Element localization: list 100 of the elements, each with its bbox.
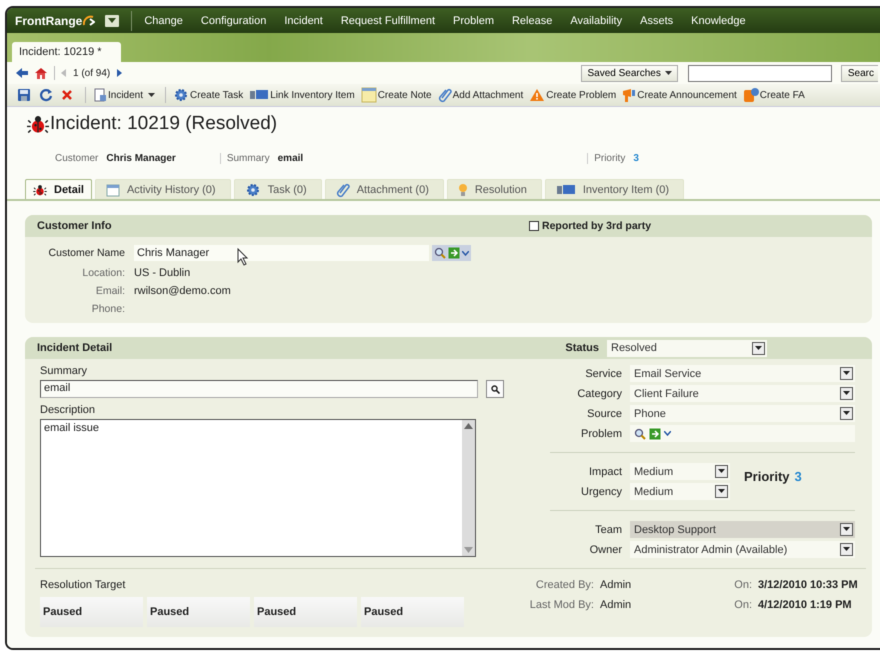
tab[interactable]: Task (0) [234, 179, 322, 199]
back-arrow-icon[interactable] [16, 68, 28, 78]
dropdown-button[interactable] [715, 485, 728, 498]
toolbar-button[interactable]: Create Note [360, 87, 435, 103]
toolbar-button[interactable]: Create Announcement [622, 87, 740, 103]
dropdown[interactable]: Medium [630, 483, 730, 500]
toolbar-button[interactable]: Add Attachment [438, 87, 526, 103]
field-value: 4/12/2010 1:19 PM [758, 599, 853, 611]
field-label: Email: [94, 285, 125, 297]
menu-item[interactable]: Release [512, 14, 552, 26]
home-icon[interactable] [34, 67, 48, 79]
toolbar-button[interactable]: Link Inventory Item [249, 89, 358, 101]
menu-item[interactable]: Configuration [200, 14, 266, 26]
menu-item[interactable]: Problem [453, 14, 494, 26]
field-label: Priority [744, 469, 790, 484]
caret-icon [108, 18, 116, 23]
field-label: Source [586, 408, 622, 420]
tab[interactable]: Activity History (0) [94, 179, 231, 199]
dropdown[interactable]: Administrator Admin (Available) [630, 541, 855, 558]
toolbar-button[interactable]: Create Task [173, 88, 246, 102]
megaphone-icon [622, 87, 636, 103]
search-field[interactable] [688, 64, 832, 82]
caret-icon [843, 411, 850, 416]
document-icon [93, 88, 107, 102]
menu-item[interactable]: Incident [284, 14, 323, 26]
field-label: Phone: [90, 303, 125, 315]
status-dropdown[interactable]: Resolved [607, 340, 767, 356]
menu-item[interactable]: Request Fulfillment [340, 14, 436, 26]
field-label: Impact [588, 466, 622, 478]
menu-item[interactable]: Change [144, 14, 183, 26]
search-button[interactable] [486, 380, 504, 398]
record-position: 1 (of 94) [73, 68, 110, 78]
toolbar-button[interactable]: Create Problem [529, 88, 620, 102]
logo: FrontRange [15, 14, 82, 28]
document-tab[interactable]: Incident: 10219 * [12, 42, 121, 62]
saved-searches-button[interactable]: Saved Searches [581, 64, 678, 82]
dropdown-button[interactable] [840, 407, 853, 420]
field-label: Description [40, 404, 96, 416]
tab[interactable]: Resolution [446, 179, 542, 199]
dropdown[interactable]: Email Service [630, 365, 855, 382]
field-label: Last Mod By: [528, 599, 594, 611]
field-label: Service [584, 368, 622, 380]
field-value: 3/12/2010 10:33 PM [758, 579, 858, 591]
scrollbar[interactable] [462, 420, 475, 556]
incident-menu-button[interactable]: Incident [93, 88, 158, 102]
arrow-box-icon[interactable] [649, 428, 661, 440]
dropdown[interactable]: Phone [630, 405, 855, 422]
arrow-box-icon[interactable] [448, 247, 460, 259]
dropdown[interactable]: Client Failure [630, 385, 855, 402]
caret-icon [148, 92, 156, 98]
note-icon [360, 87, 377, 103]
summary-field[interactable]: email [40, 380, 478, 398]
dropdown[interactable]: Medium [630, 463, 730, 480]
delete-button[interactable] [61, 89, 73, 101]
dropdown-button[interactable] [840, 387, 853, 400]
next-icon[interactable] [117, 69, 122, 77]
dropdown-button[interactable] [715, 465, 728, 478]
search-button[interactable]: Searc [840, 64, 878, 82]
caret-icon [755, 346, 762, 350]
search-icon[interactable] [434, 247, 446, 259]
timer-cell: Paused [40, 597, 143, 627]
paperclip-icon [336, 182, 350, 198]
lookup-field[interactable] [630, 425, 855, 442]
field-label: Resolution Target [40, 579, 126, 591]
dropdown-button[interactable] [840, 367, 853, 380]
field-value: 3 [633, 152, 639, 164]
chevron-down-icon[interactable] [462, 250, 469, 256]
scroll-up-icon[interactable] [464, 423, 473, 429]
field-label: Category [576, 388, 622, 400]
field-value: 3 [794, 469, 802, 484]
field-label: Customer [55, 152, 98, 164]
section-title: Customer Info [37, 220, 113, 232]
caret-icon [843, 391, 850, 396]
menu-item[interactable]: Knowledge [691, 14, 746, 26]
toolbar-button[interactable]: Create FA [742, 87, 808, 103]
field-label: Status [564, 342, 599, 354]
bug-icon [33, 184, 47, 196]
refresh-button[interactable] [39, 88, 53, 102]
gear-icon [244, 182, 261, 196]
mouse-pointer-icon [237, 248, 250, 266]
menu-item[interactable]: Assets [640, 14, 674, 26]
field-label: Owner [588, 544, 622, 556]
field-label: On: [733, 579, 752, 591]
dropdown-button[interactable] [840, 543, 853, 556]
calendar-icon [106, 182, 120, 196]
chevron-down-icon[interactable] [664, 431, 671, 436]
checkbox[interactable] [529, 221, 539, 231]
tab[interactable]: Detail [25, 179, 92, 199]
description-field[interactable]: email issue [40, 419, 476, 557]
save-button[interactable] [17, 88, 31, 102]
tab[interactable]: Inventory Item (0) [544, 179, 684, 199]
field-label: Customer Name [48, 247, 125, 259]
search-icon[interactable] [634, 428, 646, 440]
tab[interactable]: Attachment (0) [324, 179, 444, 199]
dropdown-button[interactable] [752, 342, 765, 354]
menu-item[interactable]: Availability [570, 14, 622, 26]
field-label: Problem [580, 428, 622, 440]
menu-dropdown-button[interactable] [105, 14, 120, 26]
field-value: US - Dublin [134, 267, 192, 279]
field-label: On: [733, 599, 752, 611]
